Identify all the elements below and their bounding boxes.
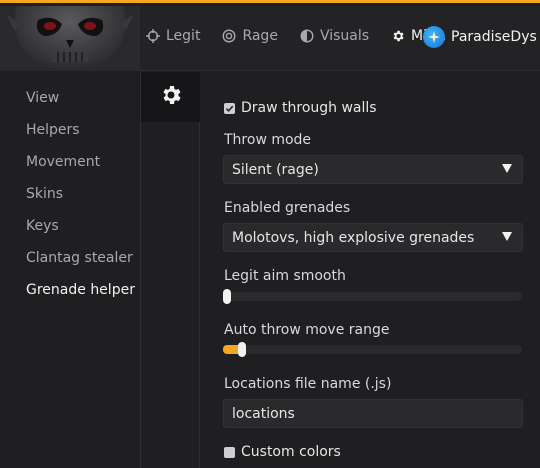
crosshair-icon [146, 29, 160, 43]
tab-rage[interactable]: Rage [222, 28, 278, 44]
settings-category-button[interactable] [141, 72, 200, 122]
avatar [423, 26, 445, 48]
throw-mode-label: Throw mode [224, 132, 312, 148]
target-icon [222, 29, 236, 43]
slider-handle[interactable] [238, 342, 246, 357]
sidebar-item-movement[interactable]: Movement [26, 154, 100, 170]
legit-aim-smooth-label: Legit aim smooth [224, 268, 346, 284]
throw-mode-select[interactable]: Silent (rage) [223, 155, 523, 184]
enabled-grenades-label: Enabled grenades [224, 200, 351, 216]
tab-visuals-label: Visuals [319, 28, 370, 44]
sidebar-item-clantag-stealer[interactable]: Clantag stealer [26, 250, 133, 266]
slider-handle[interactable] [223, 289, 231, 304]
auto-throw-move-range-label: Auto throw move range [224, 322, 390, 338]
main-nav: Legit Rage Visuals Misc. [146, 28, 446, 44]
skull-logo [0, 6, 140, 71]
draw-through-walls-toggle[interactable]: Draw through walls [224, 100, 377, 116]
locations-file-input[interactable]: locations [223, 399, 523, 428]
throw-mode-value: Silent (rage) [232, 162, 319, 178]
enabled-grenades-select[interactable]: Molotovs, high explosive grenades [223, 223, 523, 252]
legit-aim-smooth-slider[interactable] [223, 289, 522, 304]
half-circle-icon [300, 29, 314, 43]
checkbox-unchecked-icon[interactable] [224, 446, 235, 458]
gear-icon [391, 29, 405, 43]
draw-through-walls-label: Draw through walls [241, 100, 377, 116]
checkbox-checked-icon[interactable] [224, 102, 235, 114]
tab-legit[interactable]: Legit [146, 28, 200, 44]
sidebar: View Helpers Movement Skins Keys Clantag… [0, 72, 141, 468]
sidebar-item-keys[interactable]: Keys [26, 218, 59, 234]
custom-colors-toggle[interactable]: Custom colors [224, 444, 341, 460]
sidebar-item-skins[interactable]: Skins [26, 186, 63, 202]
settings-panel: Draw through walls Throw mode Silent (ra… [201, 72, 540, 468]
sidebar-item-view[interactable]: View [26, 90, 59, 106]
app-window: Legit Rage Visuals Misc. [0, 0, 540, 468]
custom-colors-label: Custom colors [241, 444, 341, 460]
auto-throw-move-range-slider[interactable] [223, 342, 522, 357]
sidebar-item-helpers[interactable]: Helpers [26, 122, 80, 138]
tab-visuals[interactable]: Visuals [300, 28, 369, 44]
locations-file-label: Locations file name (.js) [224, 376, 392, 392]
locations-file-value: locations [232, 406, 295, 422]
tab-legit-label: Legit [166, 28, 201, 44]
sidebar-item-grenade-helper[interactable]: Grenade helper [26, 282, 135, 298]
category-column [141, 72, 200, 468]
username: ParadiseDys [451, 29, 537, 45]
enabled-grenades-value: Molotovs, high explosive grenades [232, 230, 475, 246]
dropdown-arrow-icon [502, 164, 512, 173]
header-bar: Legit Rage Visuals Misc. [0, 6, 540, 71]
gear-icon [159, 83, 183, 111]
tab-rage-label: Rage [242, 28, 278, 44]
dropdown-arrow-icon [502, 232, 512, 241]
user-profile[interactable]: ParadiseDys [423, 26, 537, 48]
